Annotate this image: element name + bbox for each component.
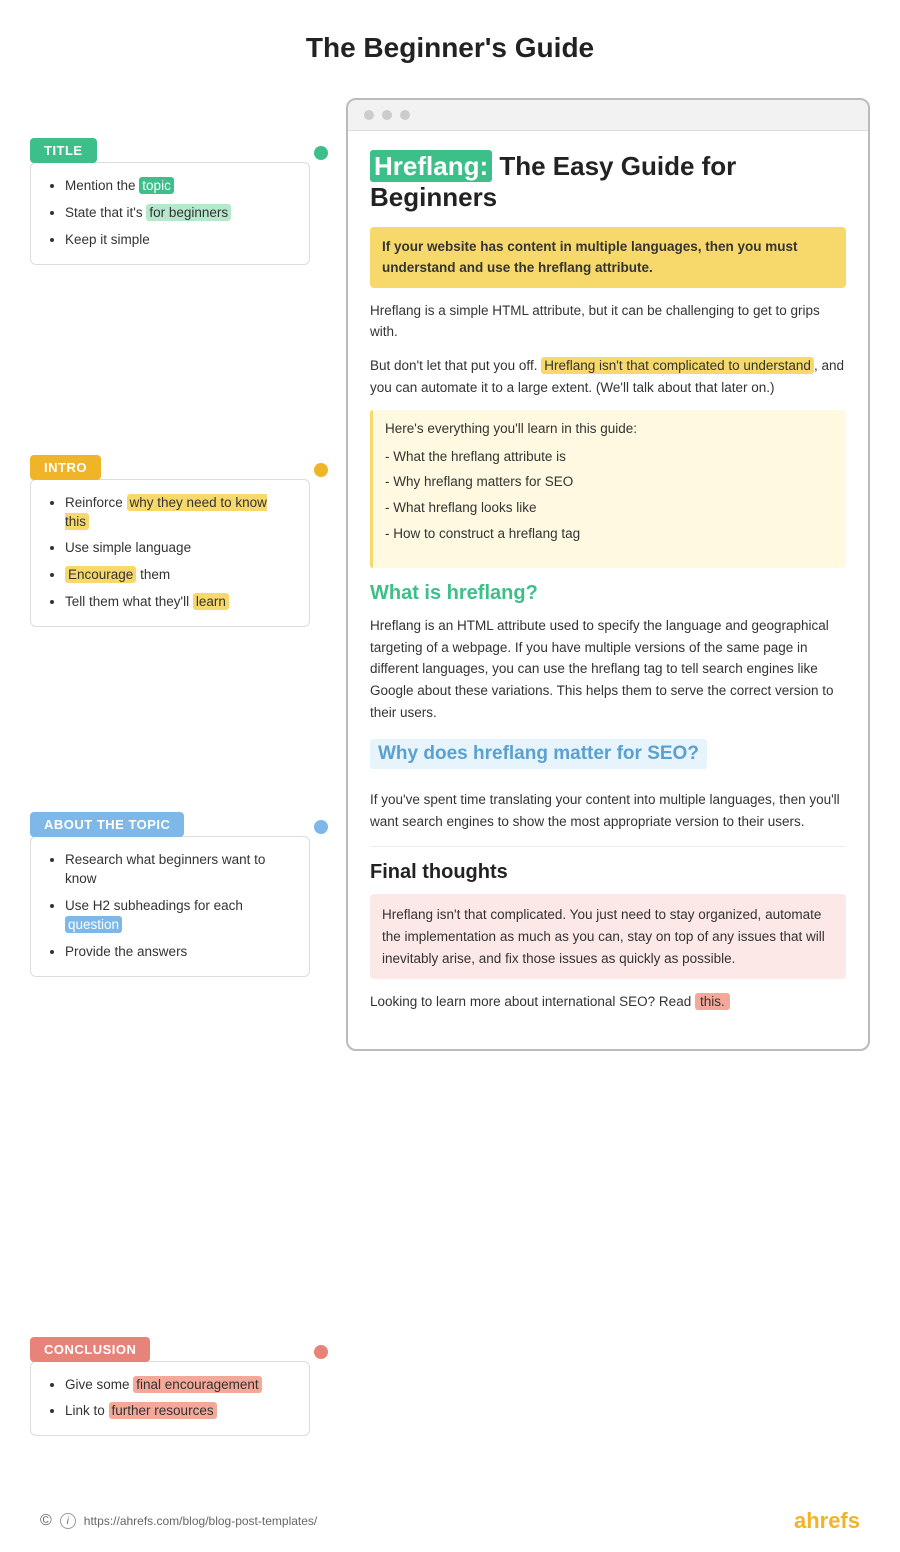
- learn-label: Here's everything you'll learn in this g…: [385, 418, 834, 440]
- main-layout: TITLE Mention the topic State that it's …: [0, 88, 900, 1466]
- browser-window: Hreflang: The Easy Guide for Beginners I…: [346, 98, 870, 1051]
- question-highlight: question: [65, 916, 122, 933]
- topic-box: Research what beginners want to know Use…: [30, 836, 310, 976]
- learn-highlight: learn: [193, 593, 229, 610]
- browser-dot-2: [382, 110, 392, 120]
- final-highlight: final encouragement: [133, 1376, 261, 1393]
- divider: [370, 846, 846, 847]
- intro-item-1: Reinforce why they need to know this: [65, 494, 293, 532]
- topic-connector: [314, 820, 328, 834]
- why-highlight: why they need to know this: [65, 494, 267, 530]
- footer-url: https://ahrefs.com/blog/blog-post-templa…: [84, 1514, 317, 1528]
- conclusion-section: CONCLUSION Give some final encouragement…: [30, 1337, 310, 1437]
- title-connector: [314, 146, 328, 160]
- h2-blue: Why does hreflang matter for SEO?: [370, 739, 707, 769]
- beginners-highlight: for beginners: [146, 204, 231, 221]
- read-more-link[interactable]: this.: [695, 993, 730, 1010]
- title-item-2: State that it's for beginners: [65, 204, 293, 223]
- topic-body: Hreflang is an HTML attribute used to sp…: [370, 615, 846, 723]
- intro-section: INTRO Reinforce why they need to know th…: [30, 455, 310, 627]
- browser-container: Hreflang: The Easy Guide for Beginners I…: [346, 98, 870, 1051]
- footer-brand: ahrefs: [794, 1508, 860, 1534]
- topic-label: ABOUT THE TOPIC: [30, 812, 184, 837]
- title-section: TITLE Mention the topic State that it's …: [30, 138, 310, 265]
- bullet-item-2: Why hreflang matters for SEO: [385, 469, 834, 495]
- info-icon: i: [60, 1513, 76, 1529]
- browser-dot-1: [364, 110, 374, 120]
- further-highlight: further resources: [109, 1402, 217, 1419]
- conclusion-item-1: Give some final encouragement: [65, 1376, 293, 1395]
- body-text-1: Hreflang is a simple HTML attribute, but…: [370, 300, 846, 343]
- footer: © i https://ahrefs.com/blog/blog-post-te…: [0, 1490, 900, 1552]
- intro-highlight-box: If your website has content in multiple …: [370, 227, 846, 288]
- conclusion-box: Give some final encouragement Link to fu…: [30, 1361, 310, 1437]
- page-title: The Beginner's Guide: [0, 0, 900, 88]
- conclusion-item-2: Link to further resources: [65, 1402, 293, 1421]
- intro-item-3: Encourage them: [65, 566, 293, 585]
- title-item-3: Keep it simple: [65, 231, 293, 250]
- title-label: TITLE: [30, 138, 97, 163]
- topic-item-2: Use H2 subheadings for each question: [65, 897, 293, 935]
- browser-dot-3: [400, 110, 410, 120]
- read-more: Looking to learn more about internationa…: [370, 991, 846, 1013]
- intro-box: Reinforce why they need to know this Use…: [30, 479, 310, 627]
- h2-green: What is hreflang?: [370, 582, 846, 605]
- article-title-prefix: Hreflang:: [370, 150, 492, 182]
- topic-section: ABOUT THE TOPIC Research what beginners …: [30, 812, 310, 976]
- browser-bar: [348, 100, 868, 131]
- intro-item-4: Tell them what they'll learn: [65, 593, 293, 612]
- browser-content: Hreflang: The Easy Guide for Beginners I…: [348, 131, 868, 1049]
- h2-black: Final thoughts: [370, 861, 846, 884]
- body2-highlight: Hreflang isn't that complicated to under…: [541, 357, 814, 374]
- article-title: Hreflang: The Easy Guide for Beginners: [370, 151, 846, 213]
- body2-prefix: But don't let that put you off.: [370, 358, 541, 373]
- seo-body: If you've spent time translating your co…: [370, 789, 846, 832]
- body-text-2: But don't let that put you off. Hreflang…: [370, 355, 846, 398]
- bullet-item-3: What hreflang looks like: [385, 495, 834, 521]
- intro-item-2: Use simple language: [65, 539, 293, 558]
- title-box: Mention the topic State that it's for be…: [30, 162, 310, 265]
- title-item-1: Mention the topic: [65, 177, 293, 196]
- conclusion-connector: [314, 1345, 328, 1359]
- conclusion-highlight-box: Hreflang isn't that complicated. You jus…: [370, 894, 846, 979]
- encourage-highlight: Encourage: [65, 566, 136, 583]
- read-more-prefix: Looking to learn more about internationa…: [370, 994, 695, 1009]
- bullet-item-4: How to construct a hreflang tag: [385, 521, 834, 547]
- cc-icon: ©: [40, 1512, 52, 1530]
- bullet-list: What the hreflang attribute is Why hrefl…: [385, 444, 834, 546]
- sidebar: TITLE Mention the topic State that it's …: [30, 88, 310, 1466]
- topic-item-3: Provide the answers: [65, 943, 293, 962]
- intro-connector: [314, 463, 328, 477]
- footer-left: © i https://ahrefs.com/blog/blog-post-te…: [40, 1512, 317, 1530]
- topic-highlight: topic: [139, 177, 174, 194]
- conclusion-label: CONCLUSION: [30, 1337, 150, 1362]
- bullet-item-1: What the hreflang attribute is: [385, 444, 834, 470]
- intro-label: INTRO: [30, 455, 101, 480]
- learn-box: Here's everything you'll learn in this g…: [370, 410, 846, 568]
- topic-item-1: Research what beginners want to know: [65, 851, 293, 889]
